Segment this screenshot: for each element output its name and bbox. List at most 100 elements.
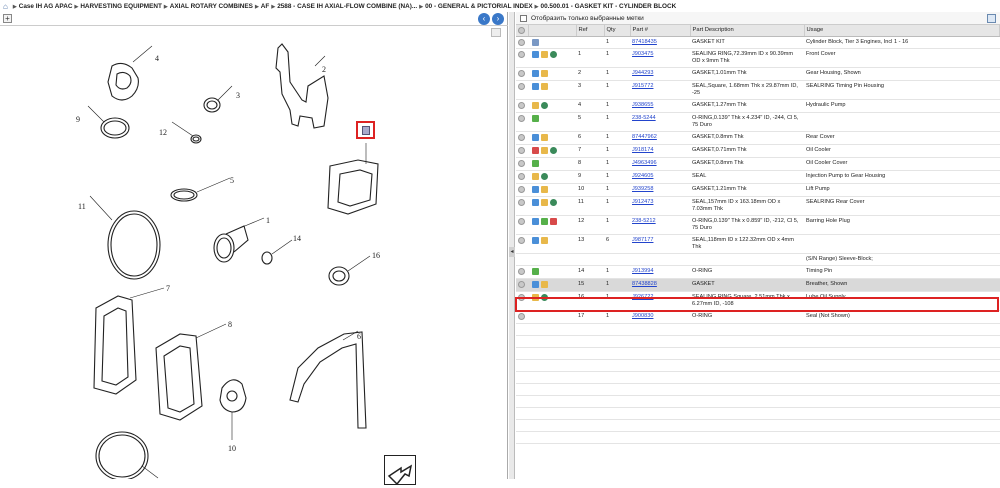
- row-select-radio[interactable]: [518, 102, 525, 110]
- globe-icon[interactable]: [550, 147, 557, 155]
- panel-splitter[interactable]: ◂: [509, 12, 515, 479]
- part-number-link[interactable]: J4963496: [632, 160, 657, 166]
- globe-icon[interactable]: [550, 199, 557, 207]
- callout-number[interactable]: 4: [155, 54, 159, 63]
- arrow-icon[interactable]: [532, 218, 539, 226]
- box-icon[interactable]: [541, 70, 548, 78]
- callout-number[interactable]: 2: [322, 65, 326, 74]
- table-row[interactable]: 6 1 87447962 GASKET,0.8mm Thk Rear Cover: [516, 131, 1000, 146]
- next-view-arrow-button[interactable]: [384, 455, 416, 486]
- part-number-link[interactable]: 87447962: [632, 134, 657, 140]
- table-row[interactable]: 11 1 J912473 SEAL,157mm ID x 163.18mm OD x …: [516, 196, 1000, 217]
- select-all-radio[interactable]: [518, 26, 525, 34]
- breadcrumb-item[interactable]: HARVESTING EQUIPMENT: [80, 3, 162, 10]
- arrow-icon[interactable]: [532, 83, 539, 91]
- table-row[interactable]: 13 6 J987177 SEAL,118mm ID x 122.32mm OD x …: [516, 234, 1000, 255]
- column-header[interactable]: Part Description: [690, 25, 805, 37]
- row-select-radio[interactable]: [518, 38, 525, 46]
- column-header[interactable]: [516, 25, 529, 37]
- part-number-link[interactable]: J944293: [632, 70, 653, 76]
- table-row[interactable]: 1 87418435 GASKET KIT Cylinder Block, Tier …: [516, 36, 1000, 50]
- breadcrumb-item[interactable]: 00 - GENERAL & PICTORIAL INDEX: [425, 3, 533, 10]
- box-icon[interactable]: [532, 173, 539, 181]
- table-row[interactable]: 2 1 J944293 GASKET,1.01mm Thk Gear Housing, …: [516, 67, 1000, 82]
- breadcrumb-item[interactable]: AXIAL ROTARY COMBINES: [170, 3, 253, 10]
- table-row[interactable]: 9 1 J924605 SEAL Injection Pump to Gear Hous…: [516, 170, 1000, 185]
- part-number-link[interactable]: J915772: [632, 83, 653, 89]
- arrow-icon[interactable]: [532, 51, 539, 59]
- row-select-radio[interactable]: [518, 199, 525, 207]
- breadcrumb-item[interactable]: 00.500.01 - GASKET KIT - CYLINDER BLOCK: [541, 3, 677, 10]
- part-number-link[interactable]: 238-5244: [632, 115, 656, 121]
- box-icon[interactable]: [541, 134, 548, 142]
- callout-number[interactable]: 12: [159, 128, 167, 137]
- table-row[interactable]: 17 1 J900830 O-RING Seal (Not Shown): [516, 310, 1000, 325]
- arrow-icon[interactable]: [532, 199, 539, 207]
- callout-number[interactable]: 8: [228, 320, 232, 329]
- row-select-radio[interactable]: [518, 186, 525, 194]
- green-arrow-icon[interactable]: [532, 268, 539, 276]
- box-icon[interactable]: [541, 237, 548, 245]
- prev-page-button[interactable]: ‹: [478, 13, 490, 25]
- row-select-radio[interactable]: [518, 83, 525, 91]
- table-row[interactable]: 5 1 238-5244 O-RING,0.139" Thk x 4.234" ID,…: [516, 112, 1000, 133]
- list-icon[interactable]: [532, 147, 539, 155]
- callout-number[interactable]: 5: [230, 176, 234, 185]
- column-header[interactable]: Qty: [604, 25, 631, 37]
- row-select-radio[interactable]: [518, 134, 525, 142]
- arrow-icon[interactable]: [532, 134, 539, 142]
- green-arrow-icon[interactable]: [532, 115, 539, 123]
- callout-number[interactable]: 11: [78, 202, 86, 211]
- table-row[interactable]: 15 1 87438828 GASKET Breather, Shown: [516, 278, 1000, 293]
- row-select-radio[interactable]: [518, 51, 525, 59]
- part-number-link[interactable]: J926722: [632, 294, 653, 300]
- box-icon[interactable]: [541, 83, 548, 91]
- row-select-radio[interactable]: [518, 281, 525, 289]
- arrow-icon[interactable]: [532, 237, 539, 245]
- callout-number[interactable]: 3: [236, 91, 240, 100]
- globe-icon[interactable]: [541, 173, 548, 181]
- box-icon[interactable]: [541, 51, 548, 59]
- breadcrumb-item[interactable]: AF: [261, 3, 270, 10]
- row-select-radio[interactable]: [518, 294, 525, 302]
- next-page-button[interactable]: ›: [492, 13, 504, 25]
- arrow-icon[interactable]: [532, 186, 539, 194]
- callout-number[interactable]: 6: [357, 332, 361, 341]
- part-number-link[interactable]: 87418435: [632, 39, 657, 45]
- part-number-link[interactable]: 87438828: [632, 281, 657, 287]
- show-selected-checkbox[interactable]: [520, 14, 527, 22]
- row-select-radio[interactable]: [518, 115, 525, 123]
- part-number-link[interactable]: J924605: [632, 173, 653, 179]
- zoom-in-button[interactable]: +: [3, 14, 12, 23]
- table-row[interactable]: 1 1 J903475 SEALING RING,72.39mm ID x 90.39…: [516, 48, 1000, 69]
- globe-icon[interactable]: [541, 294, 548, 302]
- part-number-link[interactable]: J918174: [632, 147, 653, 153]
- box-icon[interactable]: [541, 147, 548, 155]
- breadcrumb-item[interactable]: 2588 - CASE IH AXIAL-FLOW COMBINE (NA)..…: [277, 3, 417, 10]
- box-icon[interactable]: [541, 186, 548, 194]
- table-row[interactable]: 8 1 J4963496 GASKET,0.8mm Thk Oil Cooler Cov…: [516, 157, 1000, 172]
- part-number-link[interactable]: J913994: [632, 268, 653, 274]
- part-number-link[interactable]: J939258: [632, 186, 653, 192]
- part-number-link[interactable]: J900830: [632, 313, 653, 319]
- list-icon[interactable]: [550, 218, 557, 226]
- row-select-radio[interactable]: [518, 160, 525, 168]
- box-icon[interactable]: [541, 281, 548, 289]
- callout-number[interactable]: 1: [266, 216, 270, 225]
- column-header[interactable]: Ref: [576, 25, 605, 37]
- table-row[interactable]: 3 1 J915772 SEAL,Square, 1.68mm Thk x 29.87…: [516, 80, 1000, 101]
- table-row[interactable]: 10 1 J939258 GASKET,1.21mm Thk Lift Pump: [516, 183, 1000, 198]
- table-row[interactable]: (S/N Range) Sleeve-Block;: [516, 253, 1000, 267]
- table-row[interactable]: 12 1 238-5212 O-RING,0.139" Thk x 0.859" ID…: [516, 215, 1000, 236]
- row-select-radio[interactable]: [518, 70, 525, 78]
- arrow-icon[interactable]: [532, 281, 539, 289]
- green-arrow-icon[interactable]: [541, 218, 548, 226]
- row-select-radio[interactable]: [518, 313, 525, 321]
- row-select-radio[interactable]: [518, 218, 525, 226]
- globe-icon[interactable]: [541, 102, 548, 110]
- part-number-link[interactable]: J903475: [632, 51, 653, 57]
- box-icon[interactable]: [532, 294, 539, 302]
- callout-number[interactable]: 10: [228, 444, 236, 453]
- home-icon[interactable]: ⌂: [3, 2, 8, 11]
- table-row[interactable]: 14 1 J913994 O-RING Timing Pin: [516, 265, 1000, 280]
